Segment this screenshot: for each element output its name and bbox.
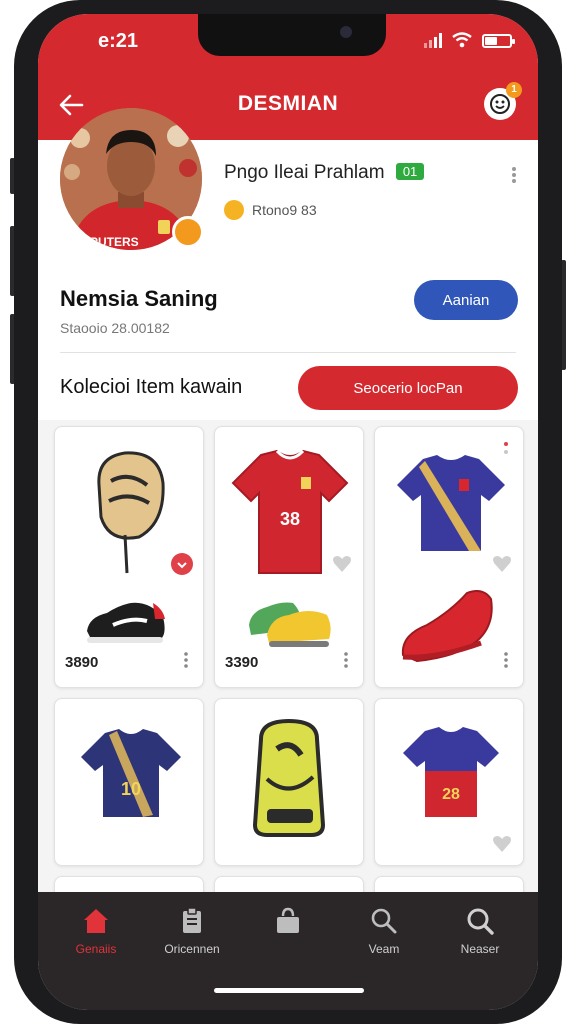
red-shoe-icon [401,590,493,663]
more-options-icon[interactable] [510,166,518,184]
sneaker-icon [87,602,165,643]
backpack-icon [252,719,326,837]
verified-badge-icon [172,216,204,248]
nav-label: Oricennen [164,942,220,956]
navy-red-jersey-icon: 28 [403,727,499,817]
bag-icon [277,907,299,933]
favorite-heart-icon[interactable] [491,553,513,575]
battery-icon [482,34,515,48]
status-time: e:21 [98,30,139,52]
points-row: Rtono9 83 [224,200,317,220]
football-boots-icon [249,602,331,647]
favorite-heart-icon[interactable] [491,833,513,855]
coin-icon [224,200,244,220]
item-grid: 3890 38 3390 10 28 [54,426,530,916]
svg-text:PUTERS: PUTERS [90,235,139,249]
navy-jersey-icon: 10 [81,729,181,817]
home-icon [84,909,108,933]
profile-card: PUTERS Pngo Ileai Prahlam 01 Rtono9 83 N… [38,108,538,420]
item-card[interactable] [374,426,524,688]
jersey-number: 10 [121,779,141,799]
primary-action-button[interactable]: Aanian [414,280,518,320]
jersey-number: 38 [280,509,300,529]
item-card[interactable] [214,698,364,866]
collection-title: Kolecioi Item kawain [60,376,243,398]
header-avatar-button[interactable]: 1 [484,82,522,120]
item-card[interactable]: 3890 [54,426,204,688]
item-card[interactable]: 38 3390 [214,426,364,688]
favorite-heart-icon[interactable] [171,553,193,575]
team-name: Nemsia Saning [60,286,218,311]
camera-notch [198,14,386,56]
home-indicator[interactable] [214,988,364,993]
wifi-icon [452,32,472,48]
profile-name-text: Pngo Ileai Prahlam [224,162,385,183]
search-icon [371,908,397,934]
nav-item-home[interactable]: Genaiis [48,892,144,1010]
nav-label: Neaser [460,942,500,956]
signal-icon [424,32,442,48]
profile-name: Pngo Ileai Prahlam 01 [224,162,425,184]
more-options-icon[interactable] [183,651,189,669]
phone-frame: e:21 DESMIAN 1 PUTERS Pngo Ileai Prahlam… [14,0,562,1024]
favorite-heart-icon[interactable] [331,553,353,575]
team-subtitle: Staooio 28.00182 [60,320,170,336]
more-options-icon[interactable] [343,651,349,669]
nav-item-search[interactable]: Neaser [432,892,528,1010]
search-icon [467,908,494,935]
item-card[interactable]: 10 [54,698,204,866]
item-price: 3390 [225,654,259,671]
camera-icon [340,26,352,38]
nav-label: Genaiis [75,942,117,956]
blue-jersey-icon [397,455,505,551]
app-screen: e:21 DESMIAN 1 PUTERS Pngo Ileai Prahlam… [38,14,538,1010]
notification-badge: 1 [506,82,522,98]
more-options-icon[interactable] [503,651,509,669]
jersey-number: 28 [442,786,460,803]
clipboard-icon [183,907,201,933]
search-location-button[interactable]: Seocerio locPan [298,366,518,410]
baseball-glove-icon [97,451,165,574]
nav-label: Veam [368,942,400,956]
item-card[interactable]: 28 [374,698,524,866]
status-icons [424,32,515,48]
item-price: 3890 [65,654,99,671]
divider [60,352,516,353]
level-badge: 01 [395,163,425,180]
smiley-icon [490,94,510,114]
status-bar: e:21 [38,14,538,72]
points-text: Rtono9 83 [252,202,317,218]
